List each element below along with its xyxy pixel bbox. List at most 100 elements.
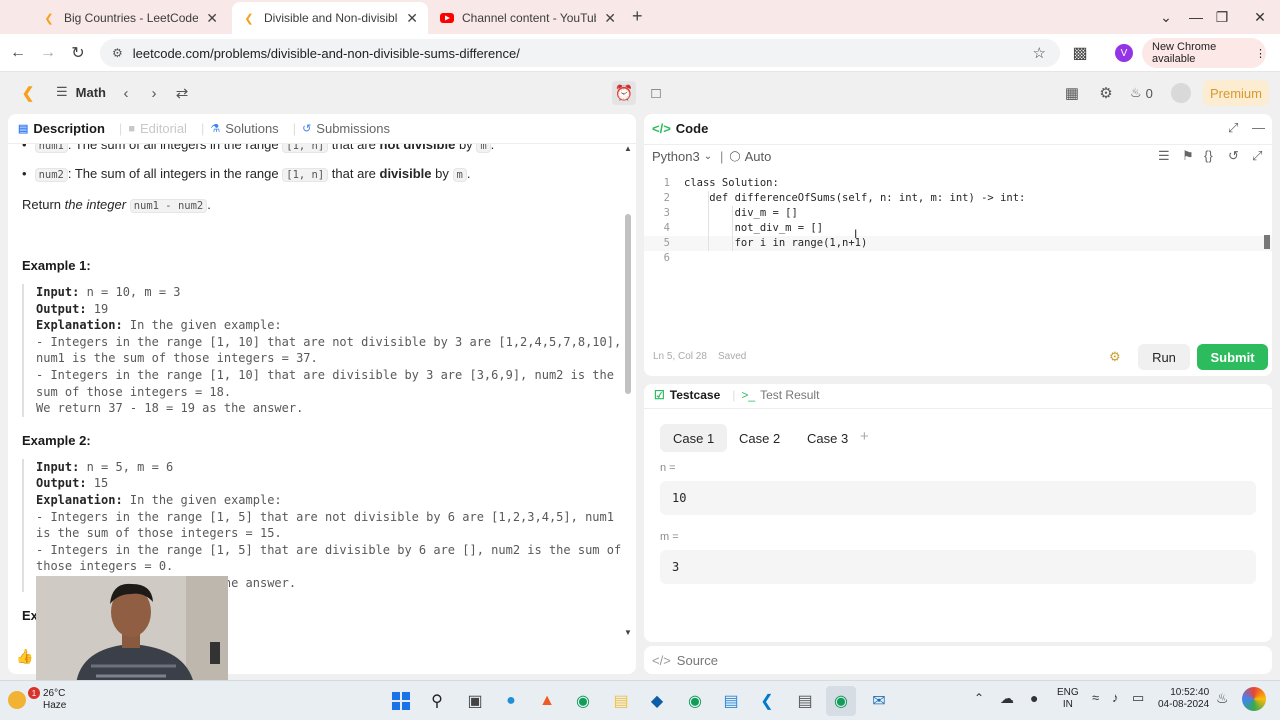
weather-text[interactable]: 26°C Haze [43, 688, 66, 712]
address-bar[interactable]: ⚙ leetcode.com/problems/divisible-and-no… [100, 39, 1060, 67]
profile-avatar[interactable]: V [1115, 44, 1133, 62]
restore-icon[interactable]: ❐ [1202, 0, 1242, 34]
microphone-icon[interactable]: ● [1030, 690, 1038, 706]
windows-start-icon[interactable] [386, 686, 416, 716]
leetcode-logo-icon[interactable]: ❮ [16, 81, 40, 105]
language-label: Python3 [652, 149, 700, 164]
code-panel-header: </> Code [652, 121, 708, 136]
input-value: n = 10, m = 3 [79, 285, 181, 299]
maximize-icon[interactable]: ⤢ [1228, 120, 1238, 136]
close-icon[interactable]: ✕ [406, 10, 418, 27]
fullscreen-icon[interactable]: ⤢ [1252, 148, 1262, 164]
italic-text: the integer [64, 197, 127, 212]
reload-icon[interactable]: ↻ [64, 39, 92, 67]
input-value: n = 5, m = 6 [79, 459, 174, 474]
explanation-label: Explanation: [36, 492, 123, 507]
bookmark-star-icon[interactable]: ☆ [1033, 44, 1046, 62]
chevron-up-icon[interactable]: ⌃ [974, 691, 984, 705]
run-button[interactable]: Run [1138, 344, 1190, 370]
edge-icon[interactable]: ● [496, 686, 526, 716]
minimize-panel-icon[interactable]: — [1252, 120, 1265, 135]
like-icon[interactable]: 👍 [16, 648, 33, 665]
volume-icon[interactable]: ♪ [1112, 690, 1119, 705]
battery-icon[interactable]: ▭ [1132, 690, 1144, 706]
close-window-icon[interactable]: ✕ [1240, 0, 1280, 34]
submit-button[interactable]: Submit [1197, 344, 1268, 370]
tab-editorial[interactable]: ■ Editorial [128, 121, 187, 136]
tab-solutions[interactable]: ⚗ Solutions [210, 121, 278, 136]
language-indicator[interactable]: ENG IN [1057, 687, 1079, 711]
case-tab-2[interactable]: Case 2 [726, 424, 793, 452]
notepad-icon[interactable]: ▤ [790, 686, 820, 716]
auto-mode-toggle[interactable]: | ◯ Auto [720, 149, 771, 164]
prev-problem-icon[interactable]: ‹ [114, 81, 138, 105]
reset-icon[interactable]: ↺ [1228, 148, 1239, 164]
new-tab-icon[interactable]: + [632, 6, 643, 27]
browser-tab[interactable]: Channel content - YouTube Stu ✕ [430, 2, 626, 34]
notepad-icon[interactable]: ▤ [716, 686, 746, 716]
tab-submissions[interactable]: ↺ Submissions [302, 121, 390, 136]
user-avatar[interactable] [1171, 83, 1191, 103]
tab-test-result[interactable]: >_ Test Result [741, 388, 819, 402]
tab-testcase[interactable]: ☑ Testcase [654, 388, 720, 402]
language-select[interactable]: Python3 ⌄ [652, 149, 712, 164]
bookmark-icon[interactable]: ⚑ [1182, 148, 1194, 164]
code-editor[interactable]: 1 class Solution: 2 def differenceOfSums… [644, 174, 1272, 274]
wifi-icon[interactable]: ≈ [1092, 690, 1099, 705]
chrome-icon[interactable]: ◉ [680, 686, 710, 716]
layout-icon[interactable]: ▦ [1060, 81, 1084, 105]
output-value: 15 [86, 476, 109, 491]
forward-icon[interactable]: → [34, 39, 62, 67]
case-tab-3[interactable]: Case 3 [794, 424, 861, 452]
weather-temp: 26°C [43, 688, 66, 699]
chevron-down-icon: ⌄ [703, 151, 713, 162]
output-label: Output: [36, 301, 87, 316]
browser-tab[interactable]: ❮ Big Countries - LeetCode ✕ [32, 2, 228, 34]
problem-list-button[interactable]: ☰ Math [56, 84, 106, 100]
app-icon[interactable]: ◆ [642, 686, 672, 716]
shuffle-icon[interactable]: ⇄ [170, 81, 194, 105]
chrome-icon[interactable]: ◉ [826, 686, 856, 716]
notification-bell-icon[interactable]: ♨ [1216, 690, 1229, 707]
search-icon[interactable]: ⚲ [422, 686, 452, 716]
description-scrollbar[interactable]: ▲ ▼ [624, 144, 632, 644]
notes-icon[interactable]: □ [644, 81, 668, 105]
close-icon[interactable]: ✕ [206, 10, 218, 27]
cloud-icon[interactable]: ☁ [1000, 690, 1014, 707]
weather-widget[interactable]: 1 [8, 687, 40, 713]
variable-label: m = [660, 531, 679, 543]
browser-tab-active[interactable]: ❮ Divisible and Non-divisible Sum ✕ [232, 2, 428, 34]
extensions-icon[interactable]: ▩ [1066, 39, 1094, 67]
source-label: Source [676, 652, 718, 668]
vscode-icon[interactable]: ❮ [752, 686, 782, 716]
streak-counter[interactable]: ♨ 0 [1130, 85, 1153, 101]
mail-icon[interactable]: ✉ [864, 686, 894, 716]
premium-button[interactable]: Premium [1203, 80, 1269, 106]
task-view-icon[interactable]: ▣ [460, 686, 490, 716]
tab-description[interactable]: ▤ Description [18, 121, 105, 136]
source-bar[interactable]: </> Source [644, 646, 1272, 674]
close-icon[interactable]: ✕ [604, 10, 616, 27]
back-icon[interactable]: ← [4, 39, 32, 67]
next-problem-icon[interactable]: › [142, 81, 166, 105]
scrollbar-thumb[interactable] [625, 214, 631, 394]
settings-gear-icon[interactable]: ⚙ [1094, 81, 1118, 105]
add-case-icon[interactable]: + [860, 428, 869, 445]
new-chrome-available-button[interactable]: New Chrome available ⋮ [1142, 38, 1266, 68]
brave-icon[interactable]: ▲ [532, 686, 562, 716]
variable-input[interactable]: 3 [660, 550, 1256, 584]
browser-tab-title: Big Countries - LeetCode [64, 11, 199, 25]
debug-icon[interactable]: ⚙ [1109, 349, 1121, 365]
leetcode-icon: ❮ [44, 12, 54, 25]
timer-icon[interactable]: ⏰ [612, 81, 636, 105]
chrome-icon[interactable]: ◉ [568, 686, 598, 716]
copilot-icon[interactable] [1242, 687, 1266, 711]
site-info-icon[interactable]: ⚙ [112, 46, 123, 60]
clock[interactable]: 10:52:40 04-08-2024 [1158, 687, 1209, 711]
braces-icon[interactable]: {} [1204, 148, 1213, 163]
format-icon[interactable]: ☰ [1158, 148, 1170, 164]
variable-input[interactable]: 10 [660, 481, 1256, 515]
explanation-label: Explanation: [36, 318, 123, 333]
case-tab-1[interactable]: Case 1 [660, 424, 728, 452]
file-explorer-icon[interactable]: ▤ [606, 686, 636, 716]
